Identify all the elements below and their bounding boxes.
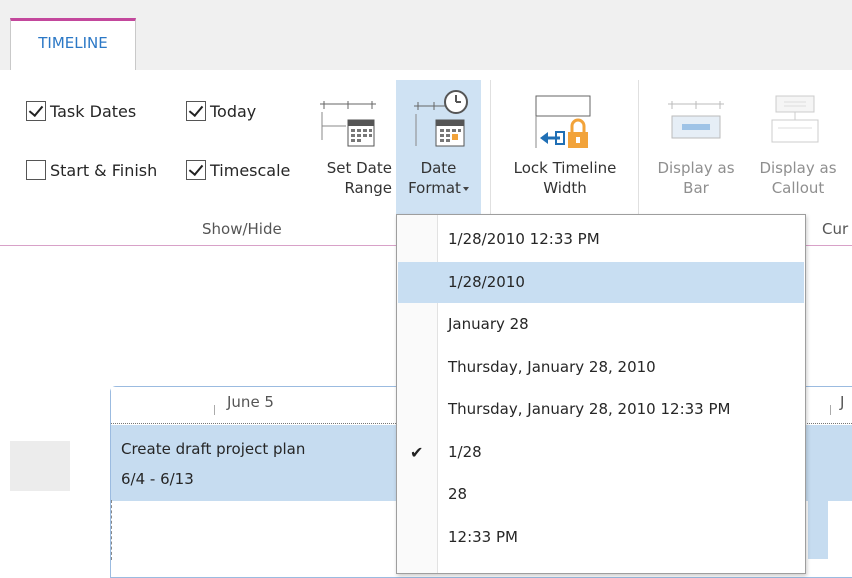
- set-date-range-icon: [318, 100, 380, 148]
- date-format-option-label: 28: [448, 485, 468, 503]
- timescale-checkbox-box[interactable]: [186, 160, 206, 180]
- date-format-option[interactable]: 12:33 PM: [398, 517, 804, 558]
- group-separator: [490, 80, 491, 220]
- date-format-label-1: Date: [420, 159, 457, 177]
- lock-timeline-label-2: Width: [543, 179, 587, 197]
- task-name: Create draft project plan: [121, 440, 306, 458]
- show-hide-group-label: Show/Hide: [202, 220, 282, 238]
- set-date-range-label-1: Set Date: [326, 159, 392, 177]
- lock-timeline-label-1: Lock Timeline: [513, 159, 617, 177]
- scale-tick: [214, 405, 215, 415]
- start-finish-label: Start & Finish: [50, 160, 158, 180]
- date-format-label-2: Format: [408, 179, 461, 197]
- date-format-option[interactable]: Thursday, January 28, 2010: [398, 347, 804, 388]
- date-format-label: Date Format: [396, 158, 481, 198]
- ribbon-tab-strip: TIMELINE: [0, 0, 852, 71]
- display-as-bar-icon: [666, 100, 726, 146]
- start-finish-checkbox[interactable]: Start & Finish: [26, 160, 157, 180]
- date-format-option[interactable]: 1/28/2010 12:33 PM: [398, 219, 804, 260]
- chevron-down-icon: [462, 186, 469, 191]
- scale-label-next: J: [840, 393, 845, 411]
- timescale-checkbox[interactable]: Timescale: [186, 160, 290, 180]
- date-format-option-label: 1/28: [448, 442, 482, 461]
- tab-timeline[interactable]: TIMELINE: [10, 18, 136, 70]
- display-bar-label-2: Bar: [683, 179, 709, 197]
- date-format-option-label: 1/28/2010 12:33 PM: [448, 230, 600, 248]
- date-format-option-label: January 28: [448, 315, 529, 333]
- display-as-bar-button[interactable]: Display as Bar: [646, 158, 746, 198]
- date-format-label-2-row: Format: [396, 178, 481, 198]
- task-dates-label: Task Dates: [50, 101, 137, 121]
- date-format-icon: [412, 88, 470, 150]
- scale-label-june5: June 5: [227, 393, 274, 411]
- date-format-option[interactable]: 1/28/2010: [398, 261, 804, 303]
- date-format-option[interactable]: ✔ 1/28: [398, 432, 804, 473]
- display-as-callout-button[interactable]: Display as Callout: [748, 158, 848, 198]
- today-label: Today: [210, 101, 257, 121]
- scale-tick: [830, 405, 831, 415]
- date-format-option[interactable]: January 28: [398, 304, 804, 345]
- display-callout-label-2: Callout: [771, 179, 825, 197]
- lock-timeline-icon: [530, 92, 596, 150]
- set-date-range-label-2: Range: [344, 179, 392, 197]
- date-format-option[interactable]: Thursday, January 28, 2010 12:33 PM: [398, 389, 804, 430]
- date-format-menu: 1/28/2010 12:33 PM 1/28/2010 January 28 Thu…: [396, 214, 806, 574]
- lock-timeline-width-button[interactable]: Lock Timeline Width: [500, 158, 630, 198]
- task-dates-checkbox-box[interactable]: [26, 101, 46, 121]
- display-as-callout-icon: [770, 94, 820, 146]
- display-callout-label-1: Display as: [759, 159, 837, 177]
- task-dates: 6/4 - 6/13: [121, 470, 194, 488]
- group-separator: [638, 80, 639, 220]
- task-bar-segment[interactable]: [808, 500, 828, 559]
- date-format-option-label: 12:33 PM: [448, 527, 518, 546]
- timescale-label: Timescale: [210, 160, 291, 180]
- date-format-option-label: Thursday, January 28, 2010: [448, 357, 656, 376]
- date-format-option[interactable]: 28: [398, 474, 804, 515]
- side-panel: [10, 441, 70, 491]
- display-bar-label-1: Display as: [657, 159, 735, 177]
- checkmark-icon: ✔: [410, 442, 424, 462]
- start-finish-checkbox-box[interactable]: [26, 160, 46, 180]
- today-checkbox-box[interactable]: [186, 101, 206, 121]
- date-format-option-label: Thursday, January 28, 2010 12:33 PM: [448, 400, 731, 418]
- current-selection-group-label: Cur: [822, 220, 849, 238]
- date-format-option-label: 1/28/2010: [448, 272, 525, 291]
- set-date-range-button[interactable]: Set Date Range: [306, 158, 392, 198]
- today-checkbox[interactable]: Today: [186, 101, 256, 121]
- task-dates-checkbox[interactable]: Task Dates: [26, 101, 136, 121]
